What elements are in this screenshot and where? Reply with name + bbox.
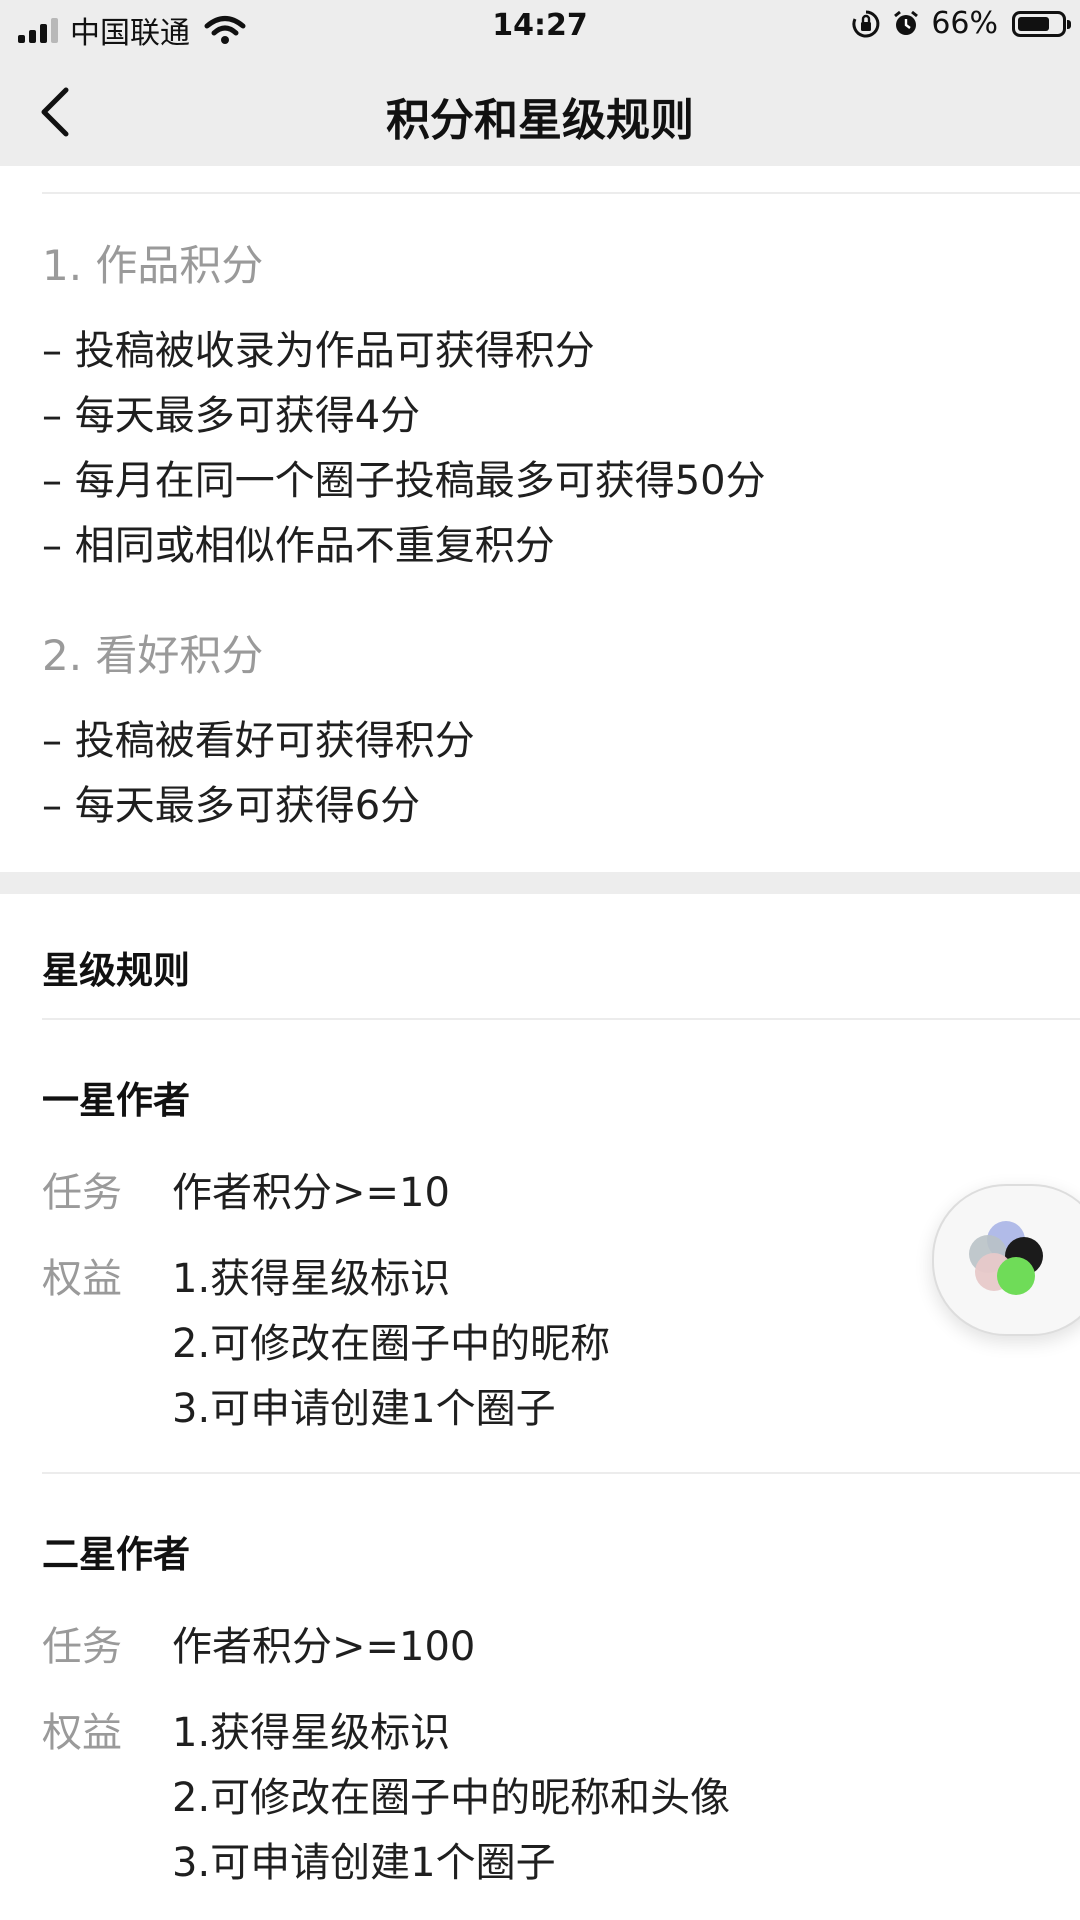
list-item: – 每月在同一个圈子投稿最多可获得50分 <box>42 458 766 504</box>
battery-percent: 66% <box>931 6 998 41</box>
floating-window-button[interactable] <box>932 1184 1080 1336</box>
list-item: – 投稿被收录为作品可获得积分 <box>42 328 595 374</box>
benefit-item: 3.可申请创建1个圈子 <box>172 1386 556 1432</box>
task-label: 任务 <box>42 1624 122 1670</box>
top-header: 中国联通 14:27 66% 积分和星级规则 <box>0 0 1080 166</box>
level-title-one-star: 一星作者 <box>42 1079 190 1122</box>
task-value: 作者积分>=100 <box>172 1624 476 1670</box>
top-divider <box>42 192 1080 194</box>
nav-bar: 积分和星级规则 <box>0 56 1080 166</box>
status-bar: 中国联通 14:27 66% <box>0 0 1080 56</box>
benefit-item: 2.可修改在圈子中的昵称和头像 <box>172 1775 731 1821</box>
benefit-item: 2.可修改在圈子中的昵称 <box>172 1321 611 1367</box>
rotation-lock-icon <box>852 10 880 37</box>
divider <box>42 1018 1080 1020</box>
alarm-icon <box>894 10 919 35</box>
section-title-favor-points: 2. 看好积分 <box>42 631 264 680</box>
level-title-two-star: 二星作者 <box>42 1533 190 1576</box>
benefit-label: 权益 <box>42 1710 122 1756</box>
battery-icon <box>1012 10 1071 37</box>
star-rules-title: 星级规则 <box>42 949 190 992</box>
benefit-item: 1.获得星级标识 <box>172 1710 451 1756</box>
section-title-works-points: 1. 作品积分 <box>42 241 264 290</box>
list-item: – 每天最多可获得6分 <box>42 783 421 829</box>
status-right: 66% <box>851 6 1071 41</box>
divider <box>42 1472 1080 1474</box>
benefit-item: 3.可申请创建1个圈子 <box>172 1840 556 1886</box>
section-separator <box>0 872 1080 894</box>
floating-window-icon <box>969 1221 1043 1295</box>
benefit-label: 权益 <box>42 1256 122 1302</box>
benefit-item: 1.获得星级标识 <box>172 1256 451 1302</box>
list-item: – 相同或相似作品不重复积分 <box>42 523 555 569</box>
page-title: 积分和星级规则 <box>386 95 694 146</box>
list-item: – 投稿被看好可获得积分 <box>42 718 475 764</box>
task-label: 任务 <box>42 1170 122 1216</box>
task-value: 作者积分>=10 <box>172 1170 450 1216</box>
list-item: – 每天最多可获得4分 <box>42 393 421 439</box>
